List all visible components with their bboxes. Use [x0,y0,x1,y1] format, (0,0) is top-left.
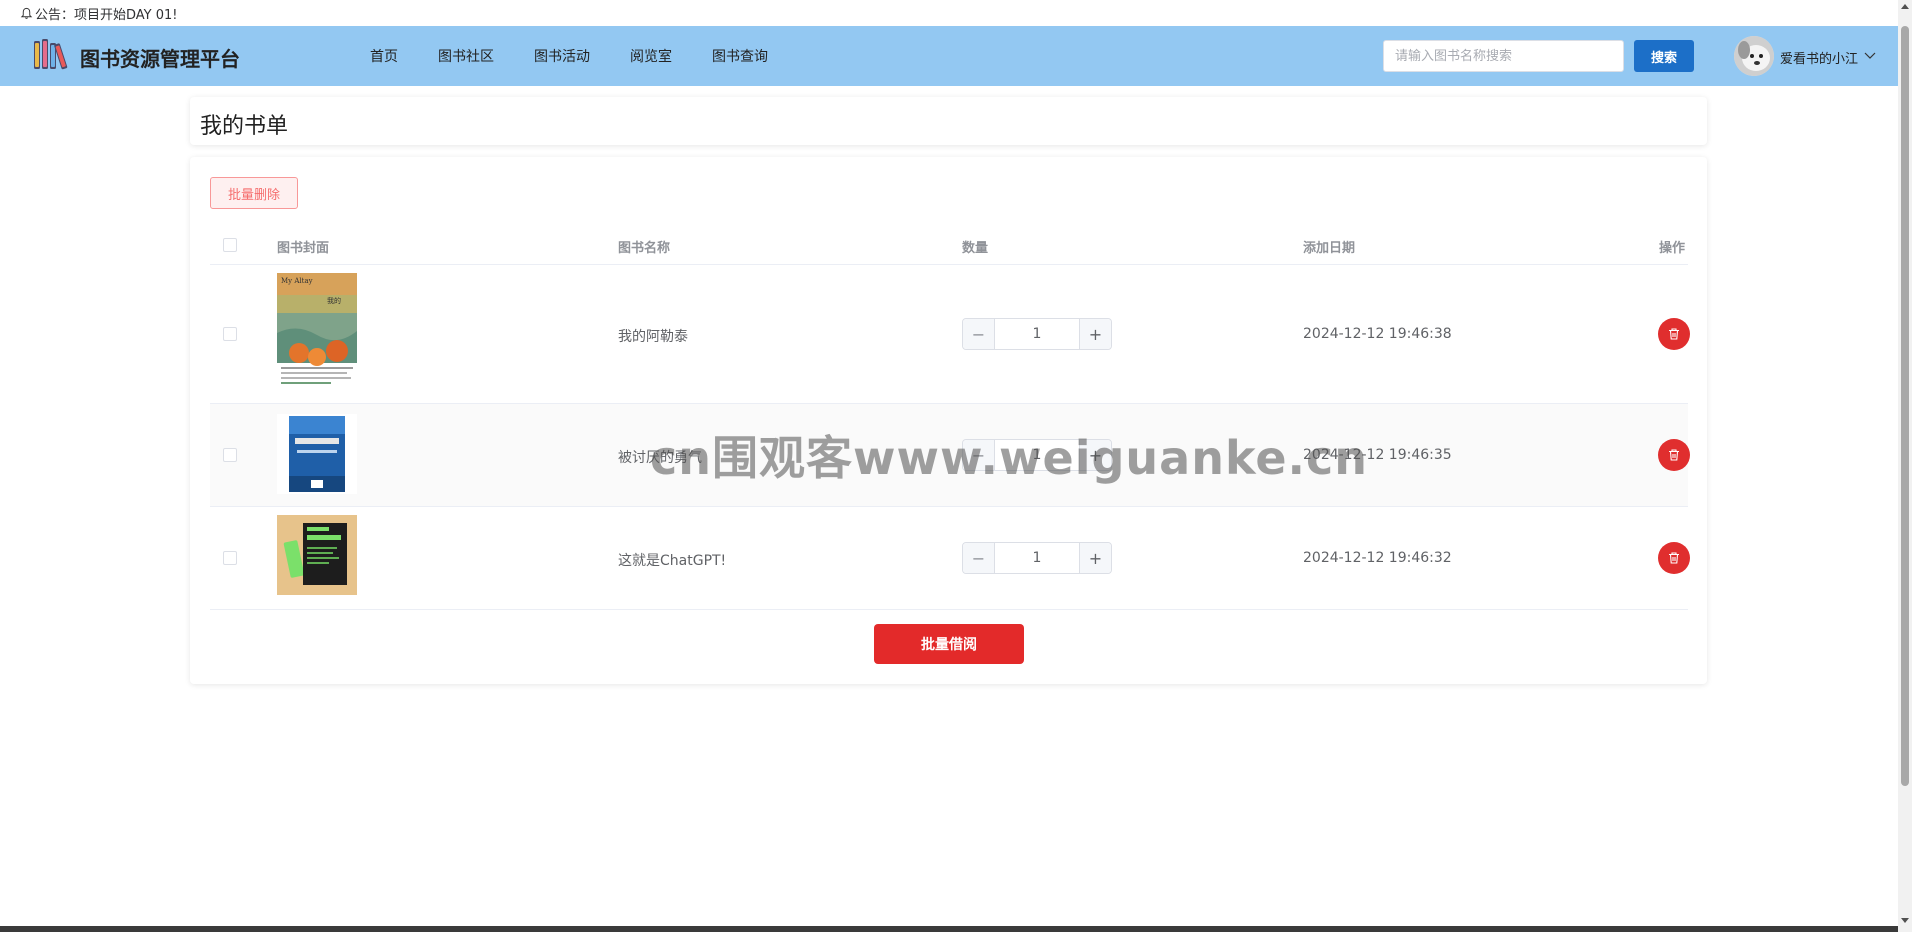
quantity-stepper[interactable]: − 1 + [962,318,1112,350]
row-checkbox[interactable] [223,551,237,565]
added-date: 2024-12-12 19:46:38 [1303,326,1452,342]
book-name: 被讨厌的勇气 [618,450,702,466]
col-cover: 图书封面 [277,241,330,256]
table-row: 这就是ChatGPT! − 1 + 2024-12-12 19:46:32 [210,507,1690,610]
scroll-down-icon[interactable] [1901,918,1909,923]
bell-icon [20,7,33,19]
main-nav: 首页 图书社区 图书活动 阅览室 图书查询 [370,26,808,86]
trash-icon [1669,328,1679,340]
col-quantity: 数量 [962,241,989,256]
batch-delete-button[interactable]: 批量删除 [210,177,298,209]
nav-activities[interactable]: 图书活动 [534,46,590,66]
trash-icon [1669,449,1679,461]
row-checkbox[interactable] [223,448,237,462]
plus-icon[interactable]: + [1079,319,1111,349]
avatar[interactable] [1734,36,1774,76]
plus-icon[interactable]: + [1079,543,1111,573]
svg-text:My Altay: My Altay [281,277,313,285]
book-cover-my-altay: My Altay 我的 [277,273,357,393]
added-date: 2024-12-12 19:46:35 [1303,447,1452,463]
book-cover[interactable] [277,414,357,494]
plus-icon[interactable]: + [1079,440,1111,470]
table-row: 被讨厌的勇气 − 1 + 2024-12-12 19:46:35 [210,404,1690,507]
delete-button[interactable] [1658,439,1690,471]
book-name: 我的阿勒泰 [618,329,688,345]
scroll-up-icon[interactable] [1901,4,1909,9]
scroll-thumb[interactable] [1901,26,1909,786]
minus-icon[interactable]: − [963,319,995,349]
notice-bar: 公告：项目开始DAY 01! [0,0,1898,26]
book-cover-chatgpt [277,515,357,595]
notice-text: 公告：项目开始DAY 01! [35,7,178,23]
brand-name[interactable]: 图书资源管理平台 [80,43,240,72]
batch-borrow-button[interactable]: 批量借阅 [874,624,1024,664]
book-cover[interactable]: My Altay 我的 [277,273,357,393]
col-date: 添加日期 [1303,241,1356,256]
dog-avatar-icon [1734,36,1774,76]
chevron-down-icon[interactable] [1864,52,1876,60]
books-logo-icon[interactable] [32,37,68,71]
nav-home[interactable]: 首页 [370,46,398,66]
minus-icon[interactable]: − [963,440,995,470]
page-title: 我的书单 [200,114,289,139]
minus-icon[interactable]: − [963,543,995,573]
quantity-value[interactable]: 1 [995,319,1079,349]
book-cover[interactable] [277,515,357,595]
page-scrollbar[interactable] [1898,0,1912,932]
nav-reading-room[interactable]: 阅览室 [630,46,672,66]
table-header: 图书封面 图书名称 数量 添加日期 操作 [210,225,1688,265]
title-card: 我的书单 [190,97,1707,145]
col-name: 图书名称 [618,241,671,256]
col-actions: 操作 [1659,241,1686,256]
book-name: 这就是ChatGPT! [618,553,727,569]
trash-icon [1669,552,1679,564]
delete-button[interactable] [1658,542,1690,574]
delete-button[interactable] [1658,318,1690,350]
quantity-stepper[interactable]: − 1 + [962,439,1112,471]
table-row: My Altay 我的 我的阿勒泰 − 1 + 2024-12-12 19:46… [210,265,1690,404]
bottom-border [0,926,1898,932]
quantity-value[interactable]: 1 [995,543,1079,573]
username[interactable]: 爱看书的小江 [1780,48,1858,67]
added-date: 2024-12-12 19:46:32 [1303,550,1452,566]
top-header: 图书资源管理平台 首页 图书社区 图书活动 阅览室 图书查询 搜索 爱看书的小江 [0,26,1898,86]
nav-community[interactable]: 图书社区 [438,46,494,66]
search-button[interactable]: 搜索 [1634,40,1694,72]
row-checkbox[interactable] [223,327,237,341]
select-all-checkbox[interactable] [223,238,237,252]
svg-text:我的: 我的 [327,296,341,305]
booklist-card: 批量删除 图书封面 图书名称 数量 添加日期 操作 My Altay 我的 我的… [190,157,1707,684]
nav-book-query[interactable]: 图书查询 [712,46,768,66]
quantity-stepper[interactable]: − 1 + [962,542,1112,574]
search-input[interactable] [1383,40,1624,72]
quantity-value[interactable]: 1 [995,440,1079,470]
book-cover-blue [277,414,357,494]
